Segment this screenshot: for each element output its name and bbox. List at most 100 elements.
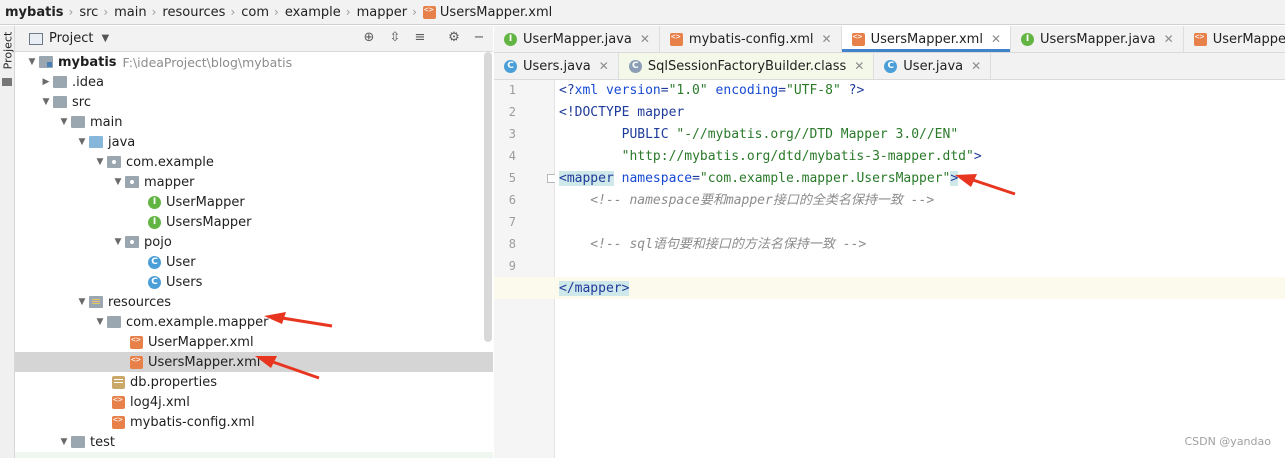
chevron-down-icon[interactable]: ▼ — [39, 97, 53, 107]
class-icon: C — [148, 275, 161, 289]
code-line: <?xml version="1.0" encoding="UTF-8" ?> — [559, 83, 865, 98]
tab-usermapper-java[interactable]: I UserMapper.java ✕ — [494, 26, 660, 52]
breadcrumb-item-main[interactable]: main › — [114, 5, 162, 20]
project-folder-icon — [39, 56, 53, 68]
tree-item-resources[interactable]: ▼ resources — [15, 292, 493, 312]
tree-item-java[interactable]: ▼ java — [15, 132, 493, 152]
tab-usersmapper-xml[interactable]: UsersMapper.xml ✕ — [841, 26, 1012, 52]
code-editor[interactable]: <?xml version="1.0" encoding="UTF-8" ?> … — [494, 80, 1285, 458]
code-line: <mapper namespace="com.example.mapper.Us… — [559, 171, 959, 186]
close-icon[interactable]: ✕ — [599, 59, 609, 73]
chevron-down-icon[interactable]: ▼ — [93, 317, 107, 327]
crosshair-icon[interactable]: ⊕ — [361, 30, 377, 46]
package-icon — [107, 156, 121, 168]
line-number: 7 — [508, 215, 516, 229]
tree-item-test[interactable]: ▼ test — [15, 432, 493, 452]
breadcrumb-item-example[interactable]: example › — [285, 5, 357, 20]
chevron-right-icon: › — [151, 5, 157, 19]
tree-item-com-example[interactable]: ▼ com.example — [15, 152, 493, 172]
close-icon[interactable]: ✕ — [971, 59, 981, 73]
project-view-selector[interactable]: Project — [49, 31, 93, 46]
resources-folder-icon — [89, 296, 103, 308]
tab-mybatis-config-xml[interactable]: mybatis-config.xml ✕ — [660, 26, 842, 52]
close-icon[interactable]: ✕ — [1164, 32, 1174, 46]
tree-item-usermapper-interface[interactable]: I UserMapper — [15, 192, 493, 212]
chevron-right-icon[interactable]: ▶ — [39, 77, 53, 87]
line-number: 9 — [508, 259, 516, 273]
watermark: CSDN @yandao — [1184, 435, 1271, 448]
chevron-right-icon: › — [412, 5, 417, 19]
breadcrumb-item-mapper[interactable]: mapper › — [357, 5, 423, 20]
tree-item-src[interactable]: ▼ src — [15, 92, 493, 112]
tree-item-project-root[interactable]: ▼ mybatis F:\ideaProject\blog\mybatis — [15, 52, 493, 72]
chevron-right-icon: › — [103, 5, 109, 19]
breadcrumb-item-file[interactable]: UsersMapper.xml — [422, 5, 552, 20]
code-line: <!DOCTYPE mapper — [559, 105, 685, 120]
project-tree: ▼ mybatis F:\ideaProject\blog\mybatis ▶ … — [15, 52, 493, 458]
breadcrumb-item-src[interactable]: src › — [79, 5, 114, 20]
line-number: 8 — [508, 237, 516, 251]
line-number: 6 — [508, 193, 516, 207]
expand-all-icon[interactable]: ⇳ — [387, 30, 403, 46]
tab-user-java[interactable]: C User.java ✕ — [874, 53, 992, 79]
folder-icon — [53, 76, 67, 88]
tree-item-usersmapper-xml[interactable]: UsersMapper.xml — [15, 352, 493, 372]
tree-item-pojo-package[interactable]: ▼ pojo — [15, 232, 493, 252]
tree-item-user-class[interactable]: C User — [15, 252, 493, 272]
project-tool-window-button[interactable]: Project — [2, 31, 15, 71]
chevron-down-icon[interactable]: ▼ — [75, 137, 89, 147]
tree-item-users-class[interactable]: C Users — [15, 272, 493, 292]
tree-item-main[interactable]: ▼ main — [15, 112, 493, 132]
chevron-down-icon[interactable]: ▼ — [57, 117, 71, 127]
xml-file-icon — [112, 415, 125, 429]
tree-item-mapper-package[interactable]: ▼ mapper — [15, 172, 493, 192]
class-icon: C — [148, 255, 161, 269]
code-line: "http://mybatis.org/dtd/mybatis-3-mapper… — [621, 149, 982, 164]
folder-icon — [53, 96, 67, 108]
line-number: 3 — [508, 127, 516, 141]
tree-item-log4j-xml[interactable]: log4j.xml — [15, 392, 493, 412]
package-icon — [125, 176, 139, 188]
tree-item-idea[interactable]: ▶ .idea — [15, 72, 493, 92]
interface-icon: I — [504, 32, 517, 46]
close-icon[interactable]: ✕ — [640, 32, 650, 46]
chevron-right-icon: › — [230, 5, 236, 19]
tree-item-usermapper-xml[interactable]: UserMapper.xml — [15, 332, 493, 352]
interface-icon: I — [148, 195, 161, 209]
breadcrumb-item-resources[interactable]: resources › — [162, 5, 241, 20]
close-icon[interactable]: ✕ — [991, 32, 1001, 46]
tab-users-java[interactable]: C Users.java ✕ — [494, 53, 619, 79]
chevron-down-icon[interactable]: ▼ — [111, 177, 125, 187]
tab-usermapper-xml[interactable]: UserMapper.xml ✕ — [1184, 26, 1285, 52]
class-file-icon: C — [628, 59, 642, 73]
tree-item-db-properties[interactable]: db.properties — [15, 372, 493, 392]
tree-item-mybatis-config-xml[interactable]: mybatis-config.xml — [15, 412, 493, 432]
tab-sqlsessionfactorybuilder-class[interactable]: C SqlSessionFactoryBuilder.class ✕ — [618, 53, 875, 79]
code-comment: <!-- sql语句要和接口的方法名保持一致 --> — [559, 237, 867, 252]
breadcrumb-item-com[interactable]: com › — [241, 5, 285, 20]
close-icon[interactable]: ✕ — [822, 32, 832, 46]
close-icon[interactable]: ✕ — [854, 59, 864, 73]
tab-usersmapper-java[interactable]: I UsersMapper.java ✕ — [1011, 26, 1184, 52]
minimize-icon[interactable]: − — [471, 30, 487, 46]
chevron-right-icon: › — [345, 5, 351, 19]
chevron-down-icon[interactable]: ▼ — [25, 57, 39, 67]
tree-item-usersmapper-interface[interactable]: I UsersMapper — [15, 212, 493, 232]
tree-item-com-example-mapper-folder[interactable]: ▼ com.example.mapper — [15, 312, 493, 332]
structure-icon[interactable] — [2, 78, 12, 86]
gear-icon[interactable]: ⚙ — [446, 30, 462, 46]
chevron-down-icon[interactable]: ▼ — [75, 297, 89, 307]
chevron-down-icon[interactable]: ▼ — [101, 33, 109, 44]
breadcrumb: mybatis › src › main › resources › com › exam… — [0, 0, 1285, 25]
chevron-down-icon[interactable]: ▼ — [111, 237, 125, 247]
editor-gutter[interactable]: 1 2 3 4 5 6 7 8 9 10 — [494, 80, 555, 458]
breadcrumb-item-project[interactable]: mybatis › — [5, 5, 79, 20]
tree-scrollbar[interactable] — [484, 52, 492, 342]
line-number: 2 — [508, 105, 516, 119]
chevron-down-icon[interactable]: ▼ — [57, 437, 71, 447]
collapse-all-icon[interactable]: ≡ — [412, 30, 428, 46]
source-folder-icon — [89, 136, 103, 148]
folder-icon — [71, 116, 85, 128]
xml-file-icon — [130, 355, 143, 369]
chevron-down-icon[interactable]: ▼ — [93, 157, 107, 167]
